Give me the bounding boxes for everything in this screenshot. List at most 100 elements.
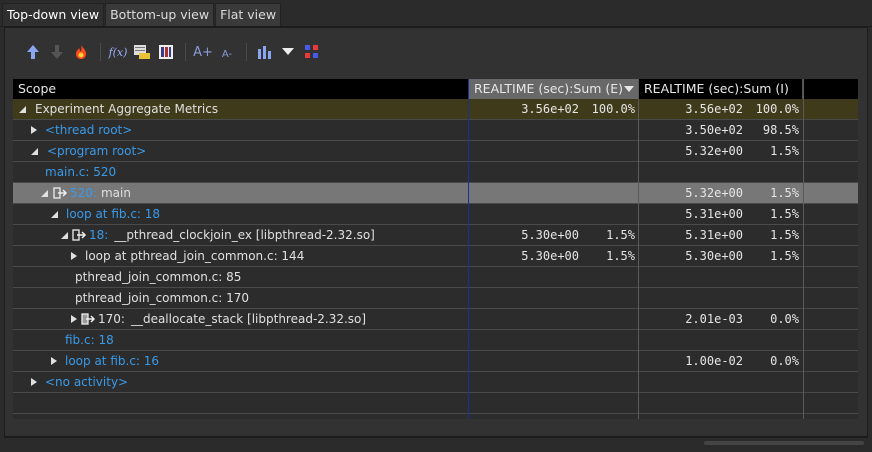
collapsed-triangle-icon[interactable]	[71, 315, 77, 323]
csv-export-icon[interactable]	[131, 41, 153, 63]
scope-label[interactable]: loop at fib.c: 18	[66, 204, 160, 224]
inclusive-percent: 0.0%	[770, 354, 799, 368]
scope-label: Experiment Aggregate Metrics	[35, 102, 219, 116]
inclusive-value: 2.01e-03	[685, 312, 743, 326]
callsite-line-number[interactable]: 520:	[70, 183, 97, 203]
callsite-arrow-icon[interactable]	[81, 313, 96, 325]
callsite-line-number[interactable]: 18:	[89, 225, 108, 245]
table-header: Scope REALTIME (sec):Sum (E) REALTIME (s…	[13, 79, 858, 99]
table-row-empty	[13, 393, 858, 414]
table-row[interactable]: 170: __deallocate_stack [libpthread-2.32…	[13, 309, 858, 330]
font-decrease-icon[interactable]: A-	[216, 41, 238, 63]
exclusive-value: 5.30e+00	[521, 228, 579, 242]
inclusive-percent: 1.5%	[770, 228, 799, 242]
column-header-scope[interactable]: Scope	[13, 79, 468, 99]
scope-label[interactable]: main.c: 520	[45, 162, 116, 182]
callsite-arrow-icon[interactable]	[53, 187, 68, 199]
inclusive-percent: 100.0%	[755, 102, 799, 116]
column-divider[interactable]	[803, 79, 804, 419]
table-row[interactable]: loop at fib.c: 18 5.31e+00 1.5%	[13, 204, 858, 225]
scrollbar-handle[interactable]	[704, 441, 864, 445]
arrow-down-icon[interactable]	[46, 41, 68, 63]
column-header-exclusive-label: REALTIME (sec):Sum (E)	[474, 81, 624, 96]
scope-label: main	[100, 186, 131, 200]
toolbar-separator	[185, 43, 186, 61]
column-header-exclusive[interactable]: REALTIME (sec):Sum (E)	[468, 79, 638, 99]
font-increase-icon[interactable]: A+	[192, 41, 214, 63]
table-row[interactable]: <thread root> 3.50e+02 98.5%	[13, 120, 858, 141]
collapsed-triangle-icon[interactable]	[31, 126, 37, 134]
table-row[interactable]: 18: __pthread_clockjoin_ex [libpthread-2…	[13, 225, 858, 246]
inclusive-value: 5.32e+00	[685, 144, 743, 158]
callsite-arrow-icon[interactable]	[72, 229, 87, 241]
metrics-table: Scope REALTIME (sec):Sum (E) REALTIME (s…	[13, 79, 858, 419]
table-row[interactable]: Experiment Aggregate Metrics 3.56e+02 10…	[13, 99, 858, 120]
formula-icon[interactable]: f(x)	[107, 41, 129, 63]
collapsed-triangle-icon[interactable]	[71, 252, 77, 260]
column-chooser-icon[interactable]	[155, 41, 177, 63]
scope-label: loop at pthread_join_common.c: 144	[85, 249, 305, 263]
scope-label: pthread_join_common.c: 85	[75, 270, 242, 284]
inclusive-value: 5.31e+00	[685, 207, 743, 221]
scope-label[interactable]: loop at fib.c: 16	[65, 351, 159, 371]
column-divider[interactable]	[638, 79, 639, 419]
inclusive-value: 5.31e+00	[685, 228, 743, 242]
scope-label: __pthread_clockjoin_ex [libpthread-2.32.…	[114, 228, 375, 242]
sort-desc-icon	[624, 86, 634, 92]
toolbar-separator	[246, 43, 247, 61]
inclusive-percent: 1.5%	[770, 186, 799, 200]
inclusive-value: 3.56e+02	[685, 102, 743, 116]
inclusive-value: 5.32e+00	[685, 186, 743, 200]
table-row[interactable]: <program root> 5.32e+00 1.5%	[13, 141, 858, 162]
exclusive-value: 3.56e+02	[521, 102, 579, 116]
collapsed-triangle-icon[interactable]	[51, 357, 57, 365]
arrow-up-icon[interactable]	[22, 41, 44, 63]
inclusive-value: 1.00e-02	[685, 354, 743, 368]
tab-top-down[interactable]: Top-down view	[2, 3, 105, 26]
exclusive-percent: 1.5%	[606, 228, 635, 242]
inclusive-percent: 1.5%	[770, 249, 799, 263]
graph-icon[interactable]	[253, 41, 275, 63]
table-row[interactable]: main.c: 520	[13, 162, 858, 183]
inclusive-percent: 1.5%	[770, 207, 799, 221]
callsite-line-number[interactable]: 170:	[98, 309, 125, 329]
toolbar-separator	[100, 43, 101, 61]
expanded-triangle-icon[interactable]	[41, 189, 49, 197]
table-row[interactable]: loop at fib.c: 16 1.00e-02 0.0%	[13, 351, 858, 372]
horizontal-scrollbar[interactable]	[4, 437, 868, 449]
table-row[interactable]: pthread_join_common.c: 170	[13, 288, 858, 309]
dropdown-icon[interactable]	[277, 41, 299, 63]
table-row-selected[interactable]: 520: main 5.32e+00 1.5%	[13, 183, 858, 204]
inclusive-percent: 0.0%	[770, 312, 799, 326]
scope-label: pthread_join_common.c: 170	[75, 291, 250, 305]
exclusive-percent: 100.0%	[591, 102, 635, 116]
table-row[interactable]: loop at pthread_join_common.c: 144 5.30e…	[13, 246, 858, 267]
toolbar: f(x) A+ A-	[22, 40, 325, 64]
thread-view-icon[interactable]	[301, 41, 323, 63]
scope-label: __deallocate_stack [libpthread-2.32.so]	[130, 312, 367, 326]
inclusive-value: 3.50e+02	[685, 123, 743, 137]
inclusive-percent: 1.5%	[770, 144, 799, 158]
collapsed-triangle-icon[interactable]	[31, 378, 37, 386]
exclusive-value: 5.30e+00	[521, 249, 579, 263]
column-header-inclusive[interactable]: REALTIME (sec):Sum (I)	[638, 79, 803, 99]
inclusive-value: 5.30e+00	[685, 249, 743, 263]
tab-bottom-up[interactable]: Bottom-up view	[105, 3, 215, 26]
inclusive-percent: 98.5%	[762, 123, 799, 137]
table-row[interactable]: fib.c: 18	[13, 330, 858, 351]
view-tabs: Top-down view Bottom-up view Flat view	[2, 3, 282, 26]
scope-label[interactable]: <no activity>	[45, 372, 128, 392]
expanded-triangle-icon[interactable]	[19, 105, 27, 113]
exclusive-percent: 1.5%	[606, 249, 635, 263]
expanded-triangle-icon[interactable]	[51, 210, 59, 218]
flame-icon[interactable]	[70, 41, 92, 63]
scope-label[interactable]: <program root>	[47, 141, 146, 161]
table-row[interactable]: pthread_join_common.c: 85	[13, 267, 858, 288]
expanded-triangle-icon[interactable]	[31, 147, 39, 155]
scope-label[interactable]: fib.c: 18	[65, 330, 114, 350]
table-row[interactable]: <no activity>	[13, 372, 858, 393]
tab-flat[interactable]: Flat view	[215, 3, 282, 26]
scope-label[interactable]: <thread root>	[45, 120, 132, 140]
expanded-triangle-icon[interactable]	[61, 231, 69, 239]
column-divider[interactable]	[468, 79, 469, 419]
